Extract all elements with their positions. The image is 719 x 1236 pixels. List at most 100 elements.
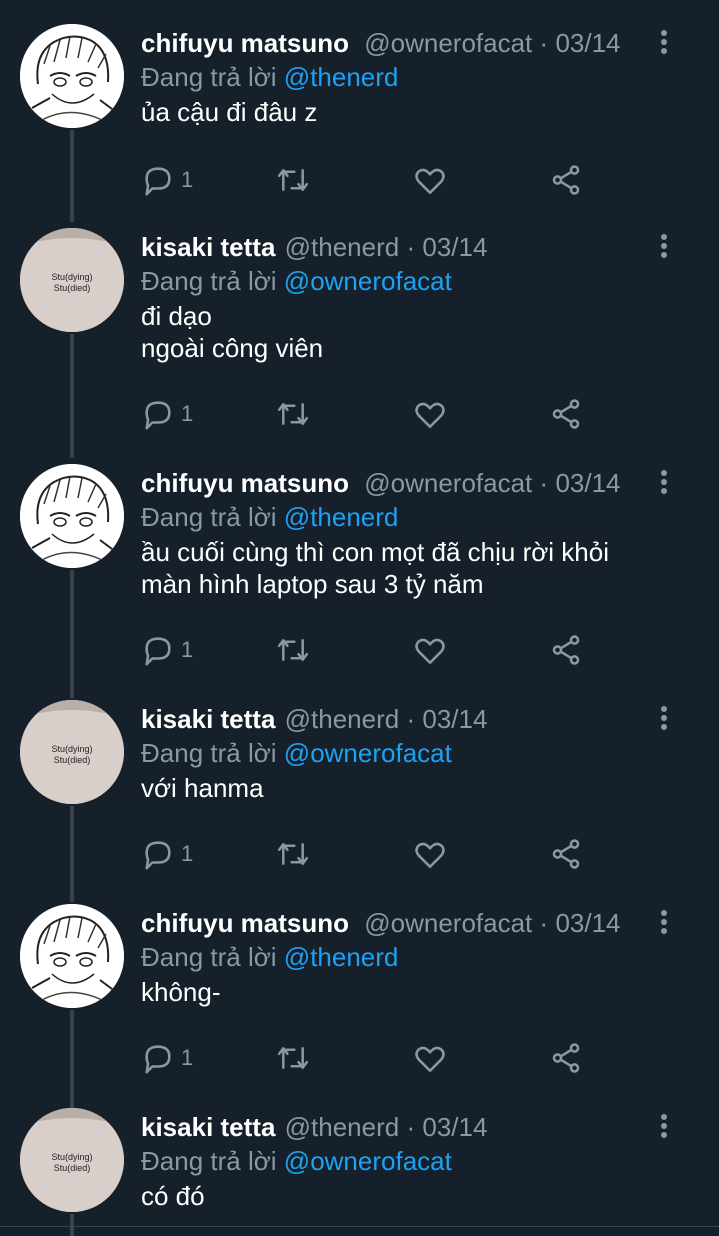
share-icon: [552, 399, 580, 429]
replying-to: Đang trả lời @thenerd: [141, 940, 699, 974]
replying-to: Đang trả lời @thenerd: [141, 60, 699, 94]
replying-to-label: Đang trả lời: [141, 266, 277, 296]
tweet-date[interactable]: 03/14: [422, 704, 487, 734]
tweet-date[interactable]: 03/14: [422, 232, 487, 262]
tweet-text: với hanma: [141, 773, 264, 803]
user-handle[interactable]: @ownerofacat: [364, 468, 532, 498]
user-handle[interactable]: @thenerd: [285, 704, 400, 734]
mention-link[interactable]: @ownerofacat: [284, 738, 452, 768]
share-button[interactable]: [549, 1038, 583, 1078]
tweet-date[interactable]: 03/14: [555, 468, 620, 498]
display-name[interactable]: kisaki tetta: [141, 704, 275, 734]
more-icon[interactable]: [659, 234, 669, 264]
avatar-text-line: Stu(died): [54, 755, 91, 765]
reply-icon: [145, 637, 171, 666]
retweet-icon: [277, 169, 309, 191]
tweet[interactable]: Stu(dying) Stu(died) kisaki tetta @thene…: [0, 676, 719, 880]
retweet-icon: [277, 843, 309, 865]
tweet-actions: 1: [141, 160, 719, 200]
display-name[interactable]: chifuyu matsuno: [141, 468, 349, 498]
user-handle[interactable]: @thenerd: [285, 1112, 400, 1142]
reply-button[interactable]: 1: [141, 160, 193, 200]
reply-button[interactable]: 1: [141, 394, 193, 434]
share-icon: [552, 839, 580, 869]
shirt-text-avatar: Stu(dying) Stu(died): [20, 228, 124, 332]
reply-button[interactable]: 1: [141, 630, 193, 670]
manga-boy-avatar: [20, 464, 124, 568]
tweet-actions: 1: [141, 834, 719, 874]
like-button[interactable]: [413, 630, 447, 670]
user-handle[interactable]: @thenerd: [285, 232, 400, 262]
like-button[interactable]: [413, 1038, 447, 1078]
tweet-header: kisaki tetta @thenerd · 03/14: [141, 230, 699, 264]
reply-button[interactable]: 1: [141, 1038, 193, 1078]
retweet-button[interactable]: [275, 1038, 311, 1078]
tweet-header: chifuyu matsuno @ownerofacat · 03/14: [141, 466, 699, 500]
avatar[interactable]: [20, 904, 124, 1008]
user-handle[interactable]: @ownerofacat: [364, 28, 532, 58]
separator-dot: ·: [406, 1112, 416, 1142]
tweet-header: kisaki tetta @thenerd · 03/14: [141, 702, 699, 736]
tweet[interactable]: chifuyu matsuno @ownerofacat · 03/14 Đan…: [0, 440, 719, 676]
mention-link[interactable]: @ownerofacat: [284, 1146, 452, 1176]
share-button[interactable]: [549, 630, 583, 670]
mention-link[interactable]: @thenerd: [284, 942, 399, 972]
heart-icon: [415, 168, 445, 195]
avatar[interactable]: Stu(dying) Stu(died): [20, 700, 124, 804]
tweet[interactable]: Stu(dying) Stu(died) kisaki tetta @thene…: [0, 1084, 719, 1236]
display-name[interactable]: chifuyu matsuno: [141, 28, 349, 58]
user-handle[interactable]: @ownerofacat: [364, 908, 532, 938]
retweet-button[interactable]: [275, 834, 311, 874]
avatar[interactable]: Stu(dying) Stu(died): [20, 228, 124, 332]
display-name[interactable]: chifuyu matsuno: [141, 908, 349, 938]
tweet[interactable]: chifuyu matsuno @ownerofacat · 03/14 Đan…: [0, 880, 719, 1084]
replying-to-label: Đang trả lời: [141, 502, 277, 532]
reply-icon: [145, 841, 171, 870]
tweet-date[interactable]: 03/14: [422, 1112, 487, 1142]
reply-icon: [145, 401, 171, 430]
tweet-text: không-: [141, 977, 221, 1007]
reply-count: 1: [181, 1045, 194, 1070]
manga-boy-avatar: [20, 24, 124, 128]
avatar[interactable]: [20, 464, 124, 568]
avatar[interactable]: [20, 24, 124, 128]
display-name[interactable]: kisaki tetta: [141, 1112, 275, 1142]
like-button[interactable]: [413, 834, 447, 874]
reply-count: 1: [181, 841, 194, 866]
tweet-text: có đó: [141, 1181, 205, 1211]
replying-to-label: Đang trả lời: [141, 1146, 277, 1176]
more-icon[interactable]: [659, 1114, 669, 1144]
like-button[interactable]: [413, 394, 447, 434]
retweet-button[interactable]: [275, 394, 311, 434]
shirt-text-avatar: Stu(dying) Stu(died): [20, 1108, 124, 1212]
separator-dot: ·: [406, 704, 416, 734]
tweet-date[interactable]: 03/14: [555, 28, 620, 58]
tweet-date[interactable]: 03/14: [555, 908, 620, 938]
heart-icon: [415, 1046, 445, 1073]
avatar[interactable]: Stu(dying) Stu(died): [20, 1108, 124, 1212]
tweet-actions: 1: [141, 1038, 719, 1078]
tweet[interactable]: chifuyu matsuno @ownerofacat · 03/14 Đan…: [0, 0, 719, 210]
reply-button[interactable]: 1: [141, 834, 193, 874]
share-button[interactable]: [549, 834, 583, 874]
separator-dot: ·: [539, 908, 549, 938]
retweet-icon: [277, 1047, 309, 1069]
more-icon[interactable]: [659, 30, 669, 60]
retweet-icon: [277, 403, 309, 425]
like-button[interactable]: [413, 160, 447, 200]
share-icon: [552, 635, 580, 665]
share-button[interactable]: [549, 394, 583, 434]
display-name[interactable]: kisaki tetta: [141, 232, 275, 262]
reply-count: 1: [181, 637, 194, 662]
more-icon[interactable]: [659, 910, 669, 940]
more-icon[interactable]: [659, 470, 669, 500]
more-icon[interactable]: [659, 706, 669, 736]
retweet-button[interactable]: [275, 160, 311, 200]
retweet-button[interactable]: [275, 630, 311, 670]
mention-link[interactable]: @thenerd: [284, 502, 399, 532]
mention-link[interactable]: @thenerd: [284, 62, 399, 92]
tweet[interactable]: Stu(dying) Stu(died) kisaki tetta @thene…: [0, 204, 719, 440]
tweet-text: đi dạo ngoài công viên: [141, 301, 324, 363]
share-button[interactable]: [549, 160, 583, 200]
mention-link[interactable]: @ownerofacat: [284, 266, 452, 296]
